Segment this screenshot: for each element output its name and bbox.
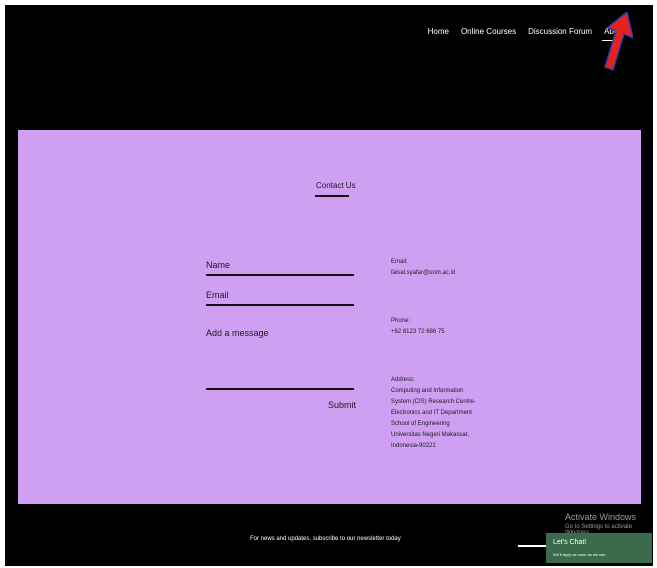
nav-home[interactable]: Home [428,27,449,36]
red-arrow-icon [604,12,633,71]
address-line: Computing and Information [391,388,464,394]
top-nav: Home Online Courses Discussion Forum Abo… [428,27,625,36]
email-heading: Email: [391,259,408,265]
newsletter-underline [518,545,546,547]
submit-button[interactable]: Submit [328,400,356,410]
address-line: School of Engineering [391,421,450,427]
name-field[interactable]: Name [206,260,230,270]
address-line: Indonesia-90221 [391,443,436,449]
email-value: faisal.syafar@unm.ac.id [391,270,456,276]
chat-widget[interactable]: Let's Chat! We'll reply as soon as we ca… [546,533,652,563]
address-info: Address: Computing and Information Syste… [391,375,476,452]
page-frame: Home Online Courses Discussion Forum Abo… [5,5,653,566]
name-underline [206,274,354,276]
address-heading: Address: [391,377,415,383]
title-underline [315,195,349,197]
address-line: Universitas Negeri Makassar, [391,432,470,438]
email-field[interactable]: Email [206,290,229,300]
phone-info: Phone: +62 8123 72 686 75 [391,316,445,338]
chat-title: Let's Chat! [553,539,587,546]
chat-subtitle: We'll reply as soon as we can [553,552,606,557]
contact-title: Contact Us [316,181,356,190]
nav-discussion-forum[interactable]: Discussion Forum [528,27,592,36]
newsletter-text: For news and updates, subscribe to our n… [250,536,401,542]
address-line: System (CIS) Research Centre- [391,399,476,405]
phone-heading: Phone: [391,318,411,324]
contact-section: Contact Us Name Email Add a message Subm… [18,130,641,504]
phone-value: +62 8123 72 686 75 [391,329,445,335]
address-line: Electronics and IT Department [391,410,472,416]
email-info: Email: faisal.syafar@unm.ac.id [391,257,455,279]
message-underline [206,388,354,390]
email-underline [206,304,354,306]
nav-online-courses[interactable]: Online Courses [461,27,516,36]
message-field[interactable]: Add a message [206,328,269,338]
activate-title: Activate Windows [565,512,637,522]
